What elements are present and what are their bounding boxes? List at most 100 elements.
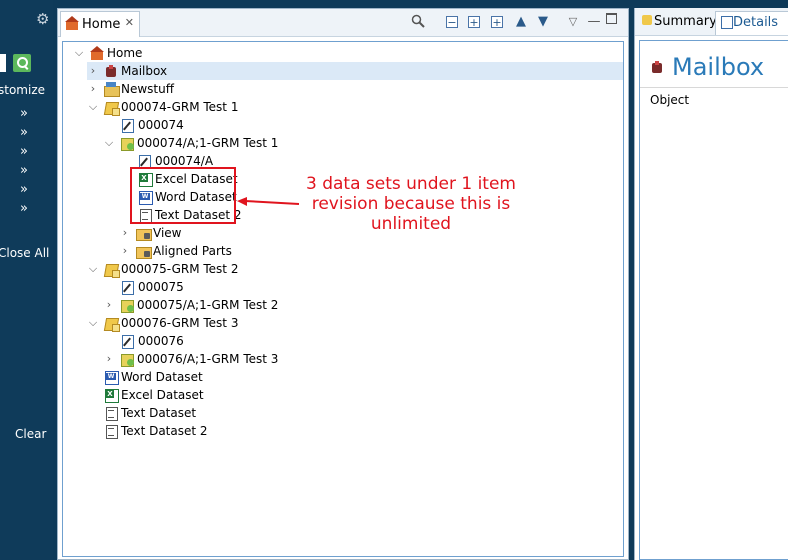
divider	[640, 87, 788, 88]
tree-node-item[interactable]: ⌵ 000075-GRM Test 2	[87, 260, 487, 278]
tree-node-folder[interactable]: › Aligned Parts	[119, 242, 319, 260]
find-icon[interactable]	[410, 14, 426, 30]
mailbox-icon	[650, 60, 666, 76]
item-revision-icon	[120, 298, 134, 313]
tree-node-item[interactable]: ⌵ 000076-GRM Test 3	[87, 314, 487, 332]
tree-node-label: 000076-GRM Test 3	[121, 316, 239, 330]
tab-details-label: Details	[733, 15, 779, 30]
expanded-icon[interactable]: ⌵	[103, 134, 115, 152]
tree-node-label: 000075	[138, 280, 184, 294]
folder-new-icon	[104, 82, 120, 97]
tree-node-label: Word Dataset	[121, 370, 203, 384]
tree-node-dataset[interactable]: Word Dataset	[104, 368, 404, 386]
left-navigation: ⚙ stomize » » » » » » Close All Clear	[0, 0, 53, 560]
collapsed-icon[interactable]: ›	[119, 224, 131, 242]
tab-details[interactable]: Details	[715, 11, 788, 35]
search-button[interactable]	[13, 54, 31, 72]
move-up-icon[interactable]: ▲	[513, 14, 529, 30]
expand-chevron-icon[interactable]: »	[20, 144, 28, 159]
tree-node-label: 000074-GRM Test 1	[121, 100, 239, 114]
home-panel: Home ✕ − + + ▲ ▼ ▽ — ⌵ Home › Mailbox › …	[57, 8, 629, 560]
tree-node-item[interactable]: ⌵ 000074-GRM Test 1	[87, 98, 587, 116]
gear-icon[interactable]: ⚙	[36, 10, 49, 28]
tab-home[interactable]: Home ✕	[60, 11, 140, 37]
view-menu-icon[interactable]: ▽	[565, 14, 581, 30]
tree-node-mailbox[interactable]: › Mailbox	[87, 62, 623, 80]
tree-node-form[interactable]: 000074	[121, 116, 521, 134]
tab-summary-label: Summary	[654, 14, 717, 29]
tree-node-label: Mailbox	[121, 64, 168, 78]
tree-node-home[interactable]: ⌵ Home	[73, 44, 613, 62]
tree-node-label: Newstuff	[121, 82, 175, 96]
folder-icon	[136, 244, 152, 259]
move-down-icon[interactable]: ▼	[535, 14, 551, 30]
collapsed-icon[interactable]: ›	[87, 62, 99, 80]
expand-icon[interactable]: +	[468, 16, 480, 29]
collapsed-icon[interactable]: ›	[103, 296, 115, 314]
home-tab-bar: Home ✕ − + + ▲ ▼ ▽ —	[58, 9, 628, 37]
minimize-icon[interactable]: —	[586, 14, 602, 30]
annotation-arrow	[237, 197, 299, 206]
home-icon	[90, 46, 104, 60]
close-icon[interactable]: ✕	[125, 16, 134, 29]
form-icon	[138, 154, 152, 169]
expanded-icon[interactable]: ⌵	[87, 98, 99, 116]
expand-chevron-icon[interactable]: »	[20, 163, 28, 178]
tree-node-form[interactable]: 000076	[121, 332, 421, 350]
tree-node-label: Text Dataset 2	[121, 424, 208, 438]
expanded-icon[interactable]: ⌵	[87, 260, 99, 278]
tree-node-dataset[interactable]: Excel Dataset	[104, 386, 404, 404]
tree-node-label: View	[153, 226, 182, 240]
tree-node-item-revision[interactable]: › 000075/A;1-GRM Test 2	[103, 296, 503, 314]
tab-summary[interactable]: Summary	[637, 11, 717, 35]
expand-chevron-icon[interactable]: »	[20, 125, 28, 140]
customize-link[interactable]: stomize	[0, 83, 45, 97]
object-label: Object	[650, 93, 690, 107]
expand-all-icon[interactable]: +	[491, 16, 503, 29]
collapse-all-icon[interactable]: −	[446, 16, 458, 29]
details-title-label: Mailbox	[672, 53, 765, 81]
collapsed-icon[interactable]: ›	[87, 80, 99, 98]
details-body: Mailbox Object	[639, 40, 788, 560]
expand-chevron-icon[interactable]: »	[20, 201, 28, 216]
tree-node-label: 000074	[138, 118, 184, 132]
expand-chevron-icon[interactable]: »	[20, 106, 28, 121]
tree-node-form[interactable]: 000075	[121, 278, 421, 296]
maximize-icon[interactable]	[606, 13, 617, 24]
tree-node-dataset[interactable]: Text Dataset	[104, 404, 404, 422]
close-all-button[interactable]: Close All	[0, 246, 49, 260]
tree-node-item-revision[interactable]: ⌵ 000074/A;1-GRM Test 1	[103, 134, 503, 152]
search-input[interactable]	[0, 54, 6, 72]
expanded-icon[interactable]: ⌵	[87, 314, 99, 332]
item-revision-icon	[120, 352, 134, 367]
item-revision-icon	[120, 136, 134, 151]
word-icon	[104, 370, 119, 385]
form-icon	[121, 118, 135, 133]
item-icon	[104, 262, 120, 278]
tree-node-label: Home	[107, 46, 143, 60]
clear-button[interactable]: Clear	[15, 427, 46, 441]
tree-node-folder[interactable]: › View	[119, 224, 319, 242]
tree-node-dataset[interactable]: Text Dataset 2	[104, 422, 404, 440]
tree-node-label: Excel Dataset	[121, 388, 204, 402]
right-tab-bar: Summary Details	[635, 8, 788, 36]
form-icon	[121, 334, 135, 349]
tree-node-label: Text Dataset	[121, 406, 197, 420]
collapsed-icon[interactable]: ›	[103, 350, 115, 368]
tree-node-item-revision[interactable]: › 000076/A;1-GRM Test 3	[103, 350, 503, 368]
home-icon	[65, 16, 79, 30]
text-icon	[104, 424, 118, 439]
tree-node-label: 000075/A;1-GRM Test 2	[137, 298, 279, 312]
tree-node-newstuff[interactable]: › Newstuff	[87, 80, 587, 98]
tree-node-label: 000075-GRM Test 2	[121, 262, 239, 276]
tree-node-label: 000074/A;1-GRM Test 1	[137, 136, 279, 150]
details-icon	[720, 15, 733, 29]
tree-node-label: 000074/A	[155, 154, 214, 168]
annotation-highlight-box	[130, 167, 236, 224]
expand-chevron-icon[interactable]: »	[20, 182, 28, 197]
collapsed-icon[interactable]: ›	[119, 242, 131, 260]
excel-icon	[104, 388, 119, 403]
tree-node-label: 000076/A;1-GRM Test 3	[137, 352, 279, 366]
expanded-icon[interactable]: ⌵	[73, 44, 85, 62]
item-icon	[104, 316, 120, 332]
